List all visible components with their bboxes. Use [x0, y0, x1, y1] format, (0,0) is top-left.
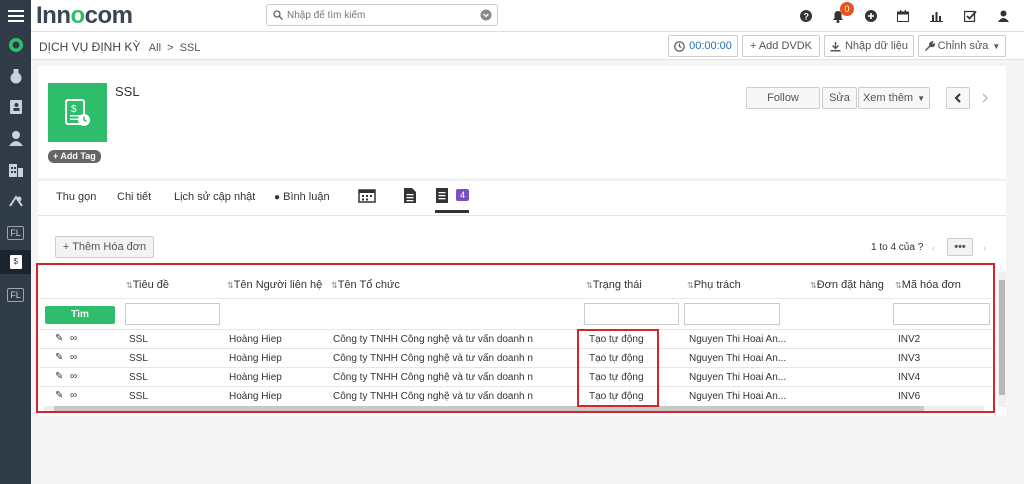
svg-text:$: $	[13, 257, 18, 266]
chevron-down-icon[interactable]	[480, 9, 492, 21]
search-input[interactable]	[287, 7, 467, 23]
caret-down-icon: ▼	[917, 93, 926, 103]
building-icon[interactable]	[0, 158, 31, 180]
sidebar-item-fl-1[interactable]: FL	[0, 222, 31, 244]
vertical-scrollbar[interactable]	[998, 272, 1006, 407]
pager-next-button[interactable]: ›	[983, 243, 986, 253]
grid-highlight-box	[36, 263, 995, 413]
vertical-scrollbar-thumb[interactable]	[999, 280, 1005, 395]
help-icon[interactable]: ?	[799, 8, 813, 24]
breadcrumb-module[interactable]: DỊCH VỤ ĐỊNH KỲ	[39, 40, 140, 54]
timer-button[interactable]: 00:00:00	[668, 35, 738, 57]
clock-icon	[674, 40, 685, 52]
tab-invoices[interactable]: 4	[435, 187, 470, 213]
global-search[interactable]	[266, 4, 498, 26]
money-bag-icon[interactable]	[0, 65, 31, 87]
tab-comments[interactable]: ● Bình luận	[274, 191, 330, 203]
download-icon	[830, 41, 841, 51]
record-tabs: Thu gọn Chi tiết Lịch sử cập nhật ● Bình…	[38, 180, 1006, 216]
handshake-icon[interactable]	[0, 190, 31, 212]
svg-text:$: $	[71, 104, 77, 115]
contacts-book-icon[interactable]	[0, 96, 31, 118]
status-column-highlight-box	[577, 329, 659, 407]
svg-text:?: ?	[804, 12, 810, 22]
breadcrumb-current: SSL	[179, 42, 201, 54]
import-data-label: Nhập dữ liệu	[844, 40, 908, 52]
next-record-button[interactable]	[974, 87, 996, 109]
invoice-active-icon[interactable]: $	[0, 250, 31, 274]
task-check-icon[interactable]	[963, 8, 977, 24]
previous-record-button[interactable]	[946, 87, 970, 109]
calendar-icon[interactable]	[896, 8, 910, 24]
top-bar: Innocom ? 0	[31, 0, 1024, 32]
invoice-icon	[436, 188, 448, 203]
menu-icon[interactable]	[0, 5, 31, 27]
breadcrumb-separator: >	[167, 42, 174, 54]
pager-prev-button[interactable]: ‹	[932, 243, 935, 253]
sidebar: FL $ FL	[0, 0, 31, 484]
page-options-button[interactable]: •••	[947, 238, 973, 256]
record-header	[38, 66, 1006, 178]
bar-chart-icon[interactable]	[929, 8, 943, 24]
add-tag-button[interactable]: + Add Tag	[48, 150, 101, 163]
more-actions-label: Xem thêm	[862, 92, 914, 104]
add-dvdk-button[interactable]: + Add DVDK	[742, 35, 820, 57]
wrench-icon	[924, 40, 935, 51]
fl-badge-1: FL	[7, 226, 24, 240]
breadcrumb-all[interactable]: All	[149, 42, 161, 54]
chevron-right-icon	[982, 93, 989, 103]
timer-value: 00:00:00	[689, 40, 732, 52]
add-invoice-button[interactable]: + Thêm Hóa đơn	[55, 236, 154, 258]
pager-info: 1 to 4 của ?	[871, 242, 924, 253]
import-data-button[interactable]: Nhập dữ liệu	[824, 35, 914, 57]
invoice-count-badge: 4	[456, 189, 470, 202]
tab-comments-label: Bình luận	[283, 191, 330, 203]
tab-detail[interactable]: Chi tiết	[117, 191, 151, 203]
record-title: SSL	[115, 84, 140, 99]
invoice-product-icon: $	[48, 83, 107, 142]
chevron-left-icon	[954, 93, 961, 103]
edit-menu-button[interactable]: Chỉnh sửa ▼	[918, 35, 1006, 57]
document-icon	[404, 188, 416, 203]
sidebar-item-fl-2[interactable]: FL	[0, 284, 31, 306]
dashboard-icon[interactable]	[0, 34, 31, 56]
notification-count-badge: 0	[840, 2, 854, 16]
user-account-icon[interactable]	[996, 8, 1010, 24]
innocom-logo[interactable]: Innocom	[36, 2, 133, 30]
comment-icon: ●	[274, 192, 281, 203]
tab-documents[interactable]	[403, 187, 417, 207]
caret-down-icon: ▼	[992, 41, 1001, 51]
search-icon	[273, 10, 283, 20]
tab-summary[interactable]: Thu gọn	[56, 191, 96, 203]
fl-badge-2: FL	[7, 288, 24, 302]
plus-circle-icon[interactable]	[864, 8, 878, 24]
tab-history[interactable]: Lịch sử cập nhật	[174, 191, 255, 203]
breadcrumb: DỊCH VỤ ĐỊNH KỲ All > SSL	[39, 40, 200, 54]
more-actions-button[interactable]: Xem thêm ▼	[858, 87, 930, 109]
tab-calendar[interactable]	[358, 187, 376, 206]
record-edit-button[interactable]: Sửa	[822, 87, 857, 109]
follow-button[interactable]: Follow	[746, 87, 820, 109]
calendar-icon	[358, 189, 376, 203]
user-icon[interactable]	[0, 127, 31, 149]
edit-menu-label: Chỉnh sửa	[937, 40, 989, 52]
